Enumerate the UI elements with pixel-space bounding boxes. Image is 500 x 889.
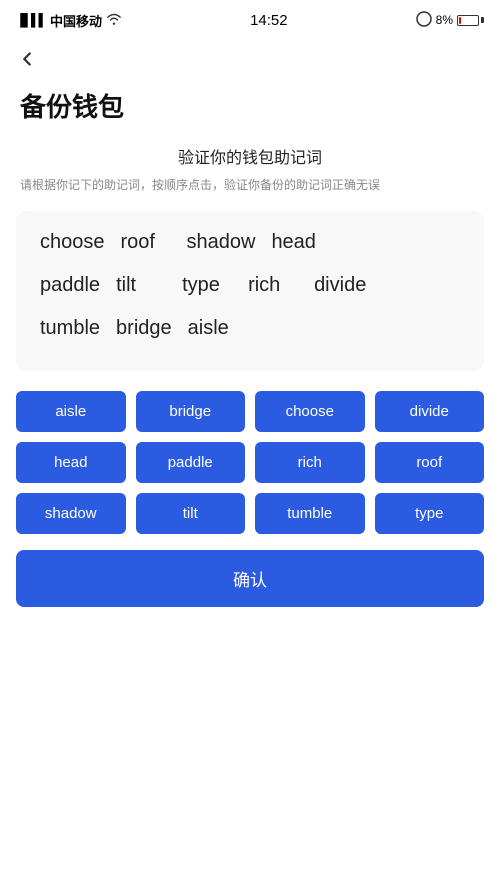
status-carrier: ▐▌▌▌ 中国移动 (16, 11, 122, 30)
word-button-aisle[interactable]: aisle (16, 391, 126, 432)
word-button-type[interactable]: type (375, 493, 485, 534)
word-button-roof[interactable]: roof (375, 442, 485, 483)
word-slot: paddle (40, 274, 100, 297)
word-button-tumble[interactable]: tumble (255, 493, 365, 534)
word-button-rich[interactable]: rich (255, 442, 365, 483)
status-time: 14:52 (250, 12, 288, 29)
page-title: 备份钱包 (0, 79, 500, 144)
word-slot: aisle (188, 317, 238, 340)
word-button-bridge[interactable]: bridge (136, 391, 246, 432)
word-slot: choose (40, 231, 105, 254)
word-buttons-grid: aisle bridge choose divide head paddle r… (16, 391, 484, 534)
word-slot: roof (121, 231, 171, 254)
word-button-tilt[interactable]: tilt (136, 493, 246, 534)
word-button-paddle[interactable]: paddle (136, 442, 246, 483)
word-button-head[interactable]: head (16, 442, 126, 483)
word-slot: tumble (40, 317, 100, 340)
status-right: 8% (416, 11, 484, 30)
word-button-choose[interactable]: choose (255, 391, 365, 432)
word-row-2: paddle tilt type rich divide (40, 274, 460, 297)
word-slot: shadow (187, 231, 256, 254)
word-slot: head (271, 231, 321, 254)
circle-icon (416, 11, 432, 30)
word-slot: type (182, 274, 232, 297)
confirm-button[interactable]: 确认 (16, 550, 484, 607)
word-button-divide[interactable]: divide (375, 391, 485, 432)
battery-percent: 8% (436, 13, 453, 27)
instruction-desc: 请根据你记下的助记词，按顺序点击，验证你备份的助记词正确无误 (20, 176, 480, 195)
word-buttons-section: aisle bridge choose divide head paddle r… (0, 391, 500, 647)
word-button-shadow[interactable]: shadow (16, 493, 126, 534)
signal-icon: ▐▌▌▌ (16, 13, 46, 27)
word-row-1: choose roof shadow head (40, 231, 460, 254)
word-slot: tilt (116, 274, 166, 297)
carrier-name: 中国移动 (50, 11, 102, 30)
battery-icon (457, 15, 484, 26)
instruction-title: 验证你的钱包助记词 (20, 144, 480, 168)
instruction-section: 验证你的钱包助记词 请根据你记下的助记词，按顺序点击，验证你备份的助记词正确无误 (0, 144, 500, 211)
back-button[interactable] (0, 40, 500, 79)
word-slot: rich (248, 274, 298, 297)
word-display-box: choose roof shadow head paddle tilt type… (16, 211, 484, 371)
word-row-3: tumble bridge aisle (40, 317, 460, 340)
word-slot: divide (314, 274, 366, 297)
wifi-icon (106, 13, 122, 28)
status-bar: ▐▌▌▌ 中国移动 14:52 8% (0, 0, 500, 40)
word-slot: bridge (116, 317, 172, 340)
